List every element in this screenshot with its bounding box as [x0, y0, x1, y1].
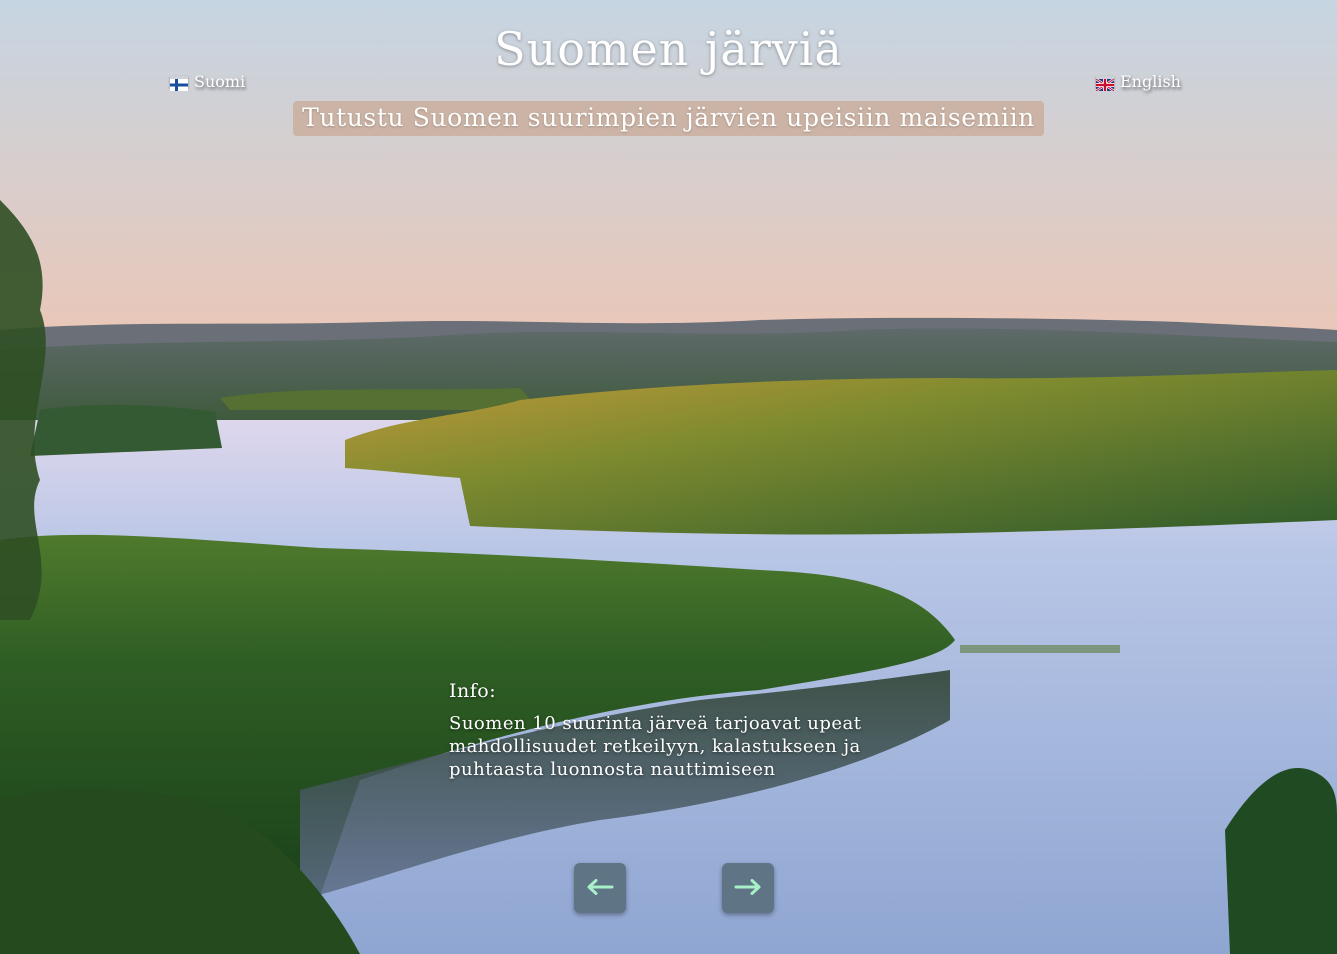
page-title: Suomen järviä	[494, 22, 843, 76]
uk-flag-icon	[1095, 76, 1115, 92]
language-english-link[interactable]: English	[1095, 72, 1181, 92]
background-landscape	[0, 0, 1337, 954]
next-button[interactable]	[722, 863, 774, 913]
subtitle-container: Tutustu Suomen suurimpien järvien upeisi…	[0, 101, 1337, 136]
language-english-label: English	[1120, 72, 1181, 91]
finland-flag-icon	[170, 76, 188, 91]
previous-button[interactable]	[574, 863, 626, 913]
info-panel: Info: Suomen 10 suurinta järveä tarjoava…	[449, 680, 919, 781]
language-finnish-label: Suomi	[194, 72, 246, 91]
arrow-left-icon	[586, 878, 614, 898]
arrow-right-icon	[734, 878, 762, 898]
language-finnish-link[interactable]: Suomi	[170, 72, 245, 91]
page-subtitle: Tutustu Suomen suurimpien järvien upeisi…	[293, 101, 1044, 136]
info-heading: Info:	[449, 680, 497, 702]
info-text: Suomen 10 suurinta järveä tarjoavat upea…	[449, 713, 862, 780]
